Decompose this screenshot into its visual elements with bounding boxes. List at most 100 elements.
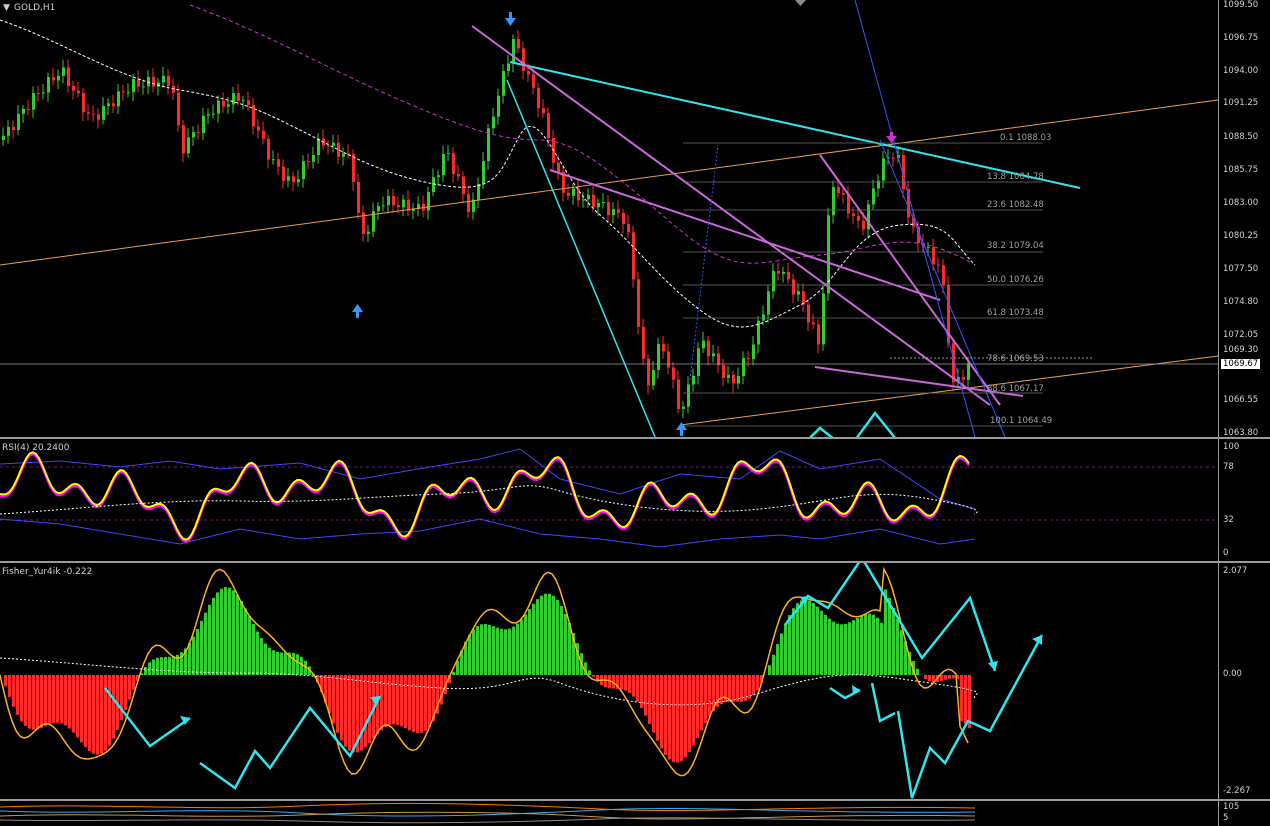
candle-body [457,173,460,177]
fisher-bar [268,647,271,675]
fisher-bar [168,656,171,675]
candle-body [892,157,895,159]
candle-body [722,365,725,378]
price-axis[interactable]: 1099.50 1096.75 1094.00 1091.25 1088.50 … [1218,0,1270,437]
candle-body [22,108,25,114]
candle-body [787,271,790,280]
fisher-bar [240,601,243,675]
fisher-bar [664,675,667,755]
fisher-bar [928,675,931,682]
candle-body [632,232,635,280]
rsi-pane[interactable]: RSI(4) 20.2400 [0,439,1218,561]
candle-body [197,132,200,134]
price-tick: 1072.05 [1223,330,1259,340]
price-chart-svg [0,0,1218,437]
fisher-bar [840,624,843,675]
fisher-bar [640,675,643,709]
candle-body [942,265,945,285]
fisher-bar [68,675,71,729]
candle-body [442,154,445,176]
bottom-indicator-pane[interactable] [0,801,1218,826]
fib-label: 38.2 1079.04 [987,241,1044,251]
candle-body [307,161,310,163]
candle-body [132,78,135,93]
scroll-marker-icon[interactable] [795,0,806,6]
candle-body [512,38,515,64]
candle-body [107,103,110,107]
fisher-bar [276,651,279,675]
candle-body [792,279,795,295]
rsi-band-lower [0,518,976,548]
candle-body [677,379,680,410]
fisher-bar [784,623,787,675]
fisher-bar [620,675,623,690]
fisher-bar [676,675,679,763]
candle-body [2,135,5,140]
fisher-bar [752,675,755,696]
fisher-bar [108,675,111,746]
price-chart-pane[interactable]: ▼ GOLD,H1 0.1 1088.03 13.8 1084.78 23.6 … [0,0,1218,437]
fisher-bar [944,675,947,680]
candle-body [117,91,120,107]
fisher-bar [952,675,955,679]
fisher-bar [644,675,647,716]
candle-body [437,175,440,178]
candle-body [67,67,70,86]
candle-body [717,353,720,366]
candle-body [857,215,860,221]
candle-body [192,132,195,138]
fisher-pane[interactable]: Fisher_Yur4ik -0.222 [0,563,1218,799]
candle-body [622,212,625,225]
candle-body [707,340,710,357]
candle-body [42,92,45,94]
fisher-bar [428,675,431,728]
candle-body [47,77,50,93]
candle-body [532,74,535,88]
candle-body [377,206,380,212]
menu-triangle-icon[interactable]: ▼ [3,3,10,13]
fisher-bar [496,627,499,675]
fisher-bar [880,622,883,675]
fisher-bar [328,675,331,714]
candle-body [327,145,330,147]
fisher-bar [332,675,335,724]
candle-body [747,358,750,360]
fisher-bar [628,675,631,693]
fisher-bar [748,675,751,699]
candle-body [272,159,275,161]
candle-body [297,179,300,183]
fisher-axis[interactable]: 2.077 0.00 -2.267 [1218,563,1270,799]
candle-body [687,384,690,407]
fisher-bar [128,675,131,700]
rsi-axis[interactable]: 100 78 32 0 [1218,439,1270,561]
candle-body [652,369,655,386]
fisher-bar [272,650,275,675]
candle-body [937,264,940,266]
candle-body [187,137,190,154]
candle-body [597,202,600,208]
candle-body [557,162,560,173]
rsi-tick: 100 [1223,442,1240,452]
candle-body [252,104,255,127]
fib-label: 100.1 1064.49 [990,416,1053,426]
candle-body [392,195,395,206]
fisher-bar [208,604,211,675]
candle-body [182,125,185,154]
fisher-bar [124,675,127,711]
candle-body [127,92,130,94]
candle-body [577,188,580,201]
fisher-bar [868,613,871,675]
fisher-bar [292,652,295,675]
candle-body [642,326,645,359]
fisher-bar [520,619,523,675]
fisher-bar [8,675,11,698]
candle-body [97,114,100,120]
fisher-bar [72,675,75,733]
fisher-bar [624,675,627,691]
fisher-bar [220,588,223,675]
bottom-axis[interactable]: 105 5 [1218,801,1270,826]
fisher-bar [860,615,863,675]
fisher-bar [384,675,387,728]
fisher-bar [516,623,519,675]
fisher-bar [556,599,559,675]
